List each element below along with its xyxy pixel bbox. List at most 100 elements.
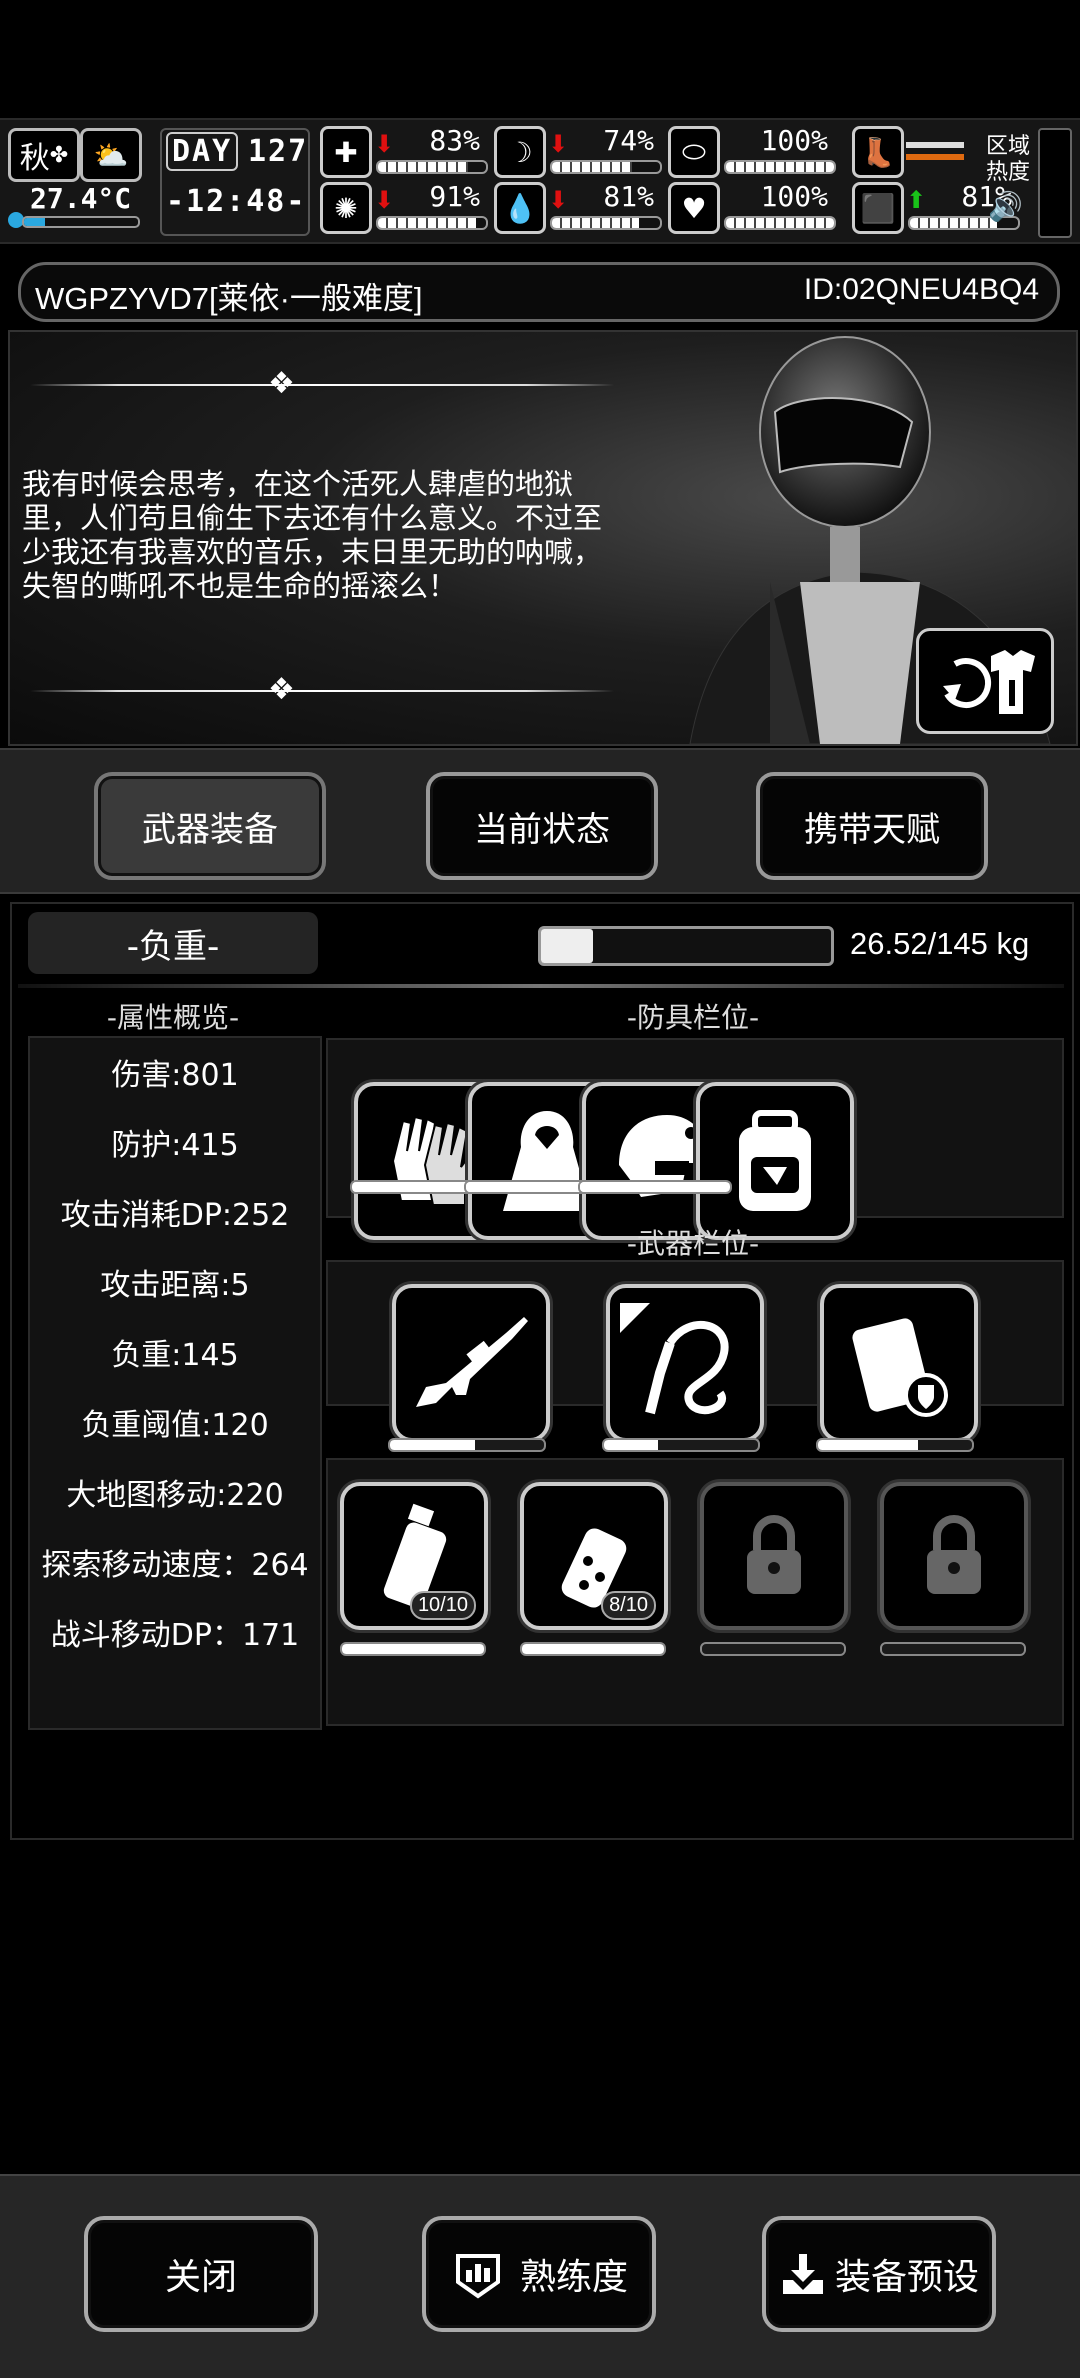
throwable-durability-bar — [700, 1642, 846, 1656]
temperature-gauge — [8, 212, 140, 228]
stomach-icon: ☽ — [494, 126, 546, 178]
brain-icon: ✺ — [320, 182, 372, 234]
throwable-durability-bar — [340, 1642, 486, 1656]
temperature-value: 27.4°C — [30, 182, 132, 215]
item-count-badge: 8/10 — [601, 1591, 656, 1620]
water-drop-icon: 💧 — [494, 182, 546, 234]
stat-value: 83% — [429, 124, 480, 157]
throwable-slot-locked[interactable] — [880, 1482, 1028, 1630]
attr-combat-move-dp: 战斗移动DP：171 — [50, 1618, 300, 1653]
lock-icon — [747, 1515, 801, 1594]
stat-bar — [550, 216, 662, 230]
attr-attack-range: 攻击距离:5 — [100, 1268, 250, 1303]
character-name: WGPZYVD7[莱依·一般难度] — [35, 281, 423, 316]
ornament-icon: ❖ — [268, 672, 295, 707]
temperature-fill — [24, 218, 45, 226]
weight-label: -负重- — [28, 912, 318, 974]
maple-leaf-icon: ✤ — [49, 142, 69, 168]
attr-damage: 伤害:801 — [111, 1058, 239, 1093]
armor-slots-panel — [326, 1038, 1064, 1240]
stat-value: 81% — [603, 180, 654, 213]
zone-heat-label: 区域 热度 — [986, 134, 1031, 185]
stat-bar-fill — [726, 162, 834, 172]
bottom-action-bar: 关闭 熟练度 装备预设 — [0, 2174, 1080, 2378]
clock-time: -12:48- — [166, 184, 307, 219]
attributes-panel: 伤害:801 防护:415 攻击消耗DP:252 攻击距离:5 负重:145 负… — [28, 1036, 322, 1730]
character-bar: WGPZYVD7[莱依·一般难度] ID:02QNEU4BQ4 — [18, 262, 1060, 322]
weapon-slot-shield[interactable] — [820, 1284, 978, 1442]
equipment-preset-button-label: 装备预设 — [834, 2257, 979, 2298]
throwable-slot-locked[interactable] — [700, 1482, 848, 1630]
bone-whip-icon — [620, 1303, 729, 1415]
throwable-durability-bar — [880, 1642, 1026, 1656]
stat-bar-fill — [378, 218, 477, 228]
stat-bar-fill — [552, 218, 640, 228]
lock-icon — [927, 1515, 981, 1594]
volume-icon[interactable]: 🔊 — [988, 190, 1023, 223]
download-preset-icon — [782, 2254, 823, 2294]
stat-value: 91% — [429, 180, 480, 213]
medkit-icon: ✚ — [320, 126, 372, 178]
stat-bar-fill — [378, 162, 468, 172]
stat-bar — [376, 216, 488, 230]
season-badge: 秋 ✤ — [8, 128, 80, 182]
weapon-durability-bar — [388, 1438, 546, 1452]
boot-icon: ⬛ — [852, 182, 904, 234]
character-quote: 我有时候会思考，在这个活死人肆虐的地狱里，人们苟且偷生下去还有什么意义。不过至少… — [22, 467, 603, 603]
sniper-rifle-icon — [416, 1317, 528, 1407]
equipment-panel: -负重- 26.52/145 kg -属性概览- 伤害:801 防护:415 攻… — [10, 902, 1074, 1840]
close-button-label: 关闭 — [164, 2257, 237, 2298]
stat-value: 100% — [760, 180, 828, 213]
attr-world-map-move: 大地图移动:220 — [66, 1478, 284, 1513]
weapons-title: -武器栏位- — [626, 1227, 760, 1260]
item-count-badge: 10/10 — [409, 1591, 476, 1620]
armor-title: -防具栏位- — [626, 1001, 760, 1034]
weapon-slots-panel — [326, 1260, 1064, 1442]
armor-durability-bar — [578, 1180, 732, 1194]
switch-outfit-button[interactable] — [916, 628, 1054, 734]
shield-badge-icon: ⬭ — [668, 126, 720, 178]
character-portrait-panel: ❖ 我有时候会思考，在这个活死人肆虐的地狱里，人们苟且偷生下去还有什么意义。不过… — [8, 330, 1078, 746]
stat-bar-fill — [910, 218, 998, 228]
attr-attack-dp-cost: 攻击消耗DP:252 — [60, 1198, 290, 1233]
day-clock: DAY 127 -12:48- — [160, 128, 310, 236]
armor-slot-backpack[interactable] — [696, 1082, 854, 1240]
stat-value: 74% — [603, 124, 654, 157]
ornament-icon: ❖ — [268, 366, 295, 401]
season-label: 秋 — [19, 141, 50, 176]
swap-outfit-icon — [943, 650, 1035, 714]
weight-value: 26.52/145 kg — [850, 926, 1030, 961]
tab-bar: 武器装备 当前状态 携带天赋 — [0, 748, 1080, 894]
boot-status-icon: 👢 — [852, 126, 904, 178]
stat-bar — [724, 160, 836, 174]
attr-load-threshold: 负重阈值:120 — [81, 1408, 269, 1443]
status-line — [906, 154, 964, 160]
weapon-slot-primary[interactable] — [392, 1284, 550, 1442]
riot-shield-icon — [852, 1318, 948, 1417]
weather-icon: ⛅ — [80, 128, 142, 182]
stat-value: 100% — [760, 124, 828, 157]
stat-bar — [376, 160, 488, 174]
backpack-icon — [739, 1110, 811, 1211]
attr-explore-speed: 探索移动速度：264 — [41, 1548, 309, 1583]
weapon-slot-secondary[interactable] — [606, 1284, 764, 1442]
status-hud: 秋 ✤ ⛅ 27.4°C DAY 127 -12:48- ✚ ⬇ 83% ☽ ⬇ 74% ⬭ 1… — [0, 118, 1080, 244]
day-number: 127 — [248, 134, 309, 169]
stat-bar-fill — [552, 162, 632, 172]
throwable-durability-bar — [520, 1642, 666, 1656]
divider — [18, 984, 1064, 988]
tab-current-status[interactable]: 当前状态 — [426, 772, 658, 880]
throwable-slot-grenade[interactable]: 10/10 — [340, 1482, 488, 1630]
tab-carried-talents[interactable]: 携带天赋 — [756, 772, 988, 880]
tab-weapon-equipment[interactable]: 武器装备 — [94, 772, 326, 880]
close-button[interactable]: 关闭 — [84, 2216, 318, 2332]
ornament-divider-bottom — [30, 690, 614, 692]
equipment-preset-button[interactable]: 装备预设 — [762, 2216, 996, 2332]
heart-icon: ♥ — [668, 182, 720, 234]
attributes-title: -属性概览- — [106, 1001, 240, 1034]
stat-bar — [724, 216, 836, 230]
proficiency-button[interactable]: 熟练度 — [422, 2216, 656, 2332]
proficiency-button-label: 熟练度 — [519, 2257, 628, 2298]
weapon-durability-bar — [816, 1438, 974, 1452]
throwable-slot-flashbang[interactable]: 8/10 — [520, 1482, 668, 1630]
